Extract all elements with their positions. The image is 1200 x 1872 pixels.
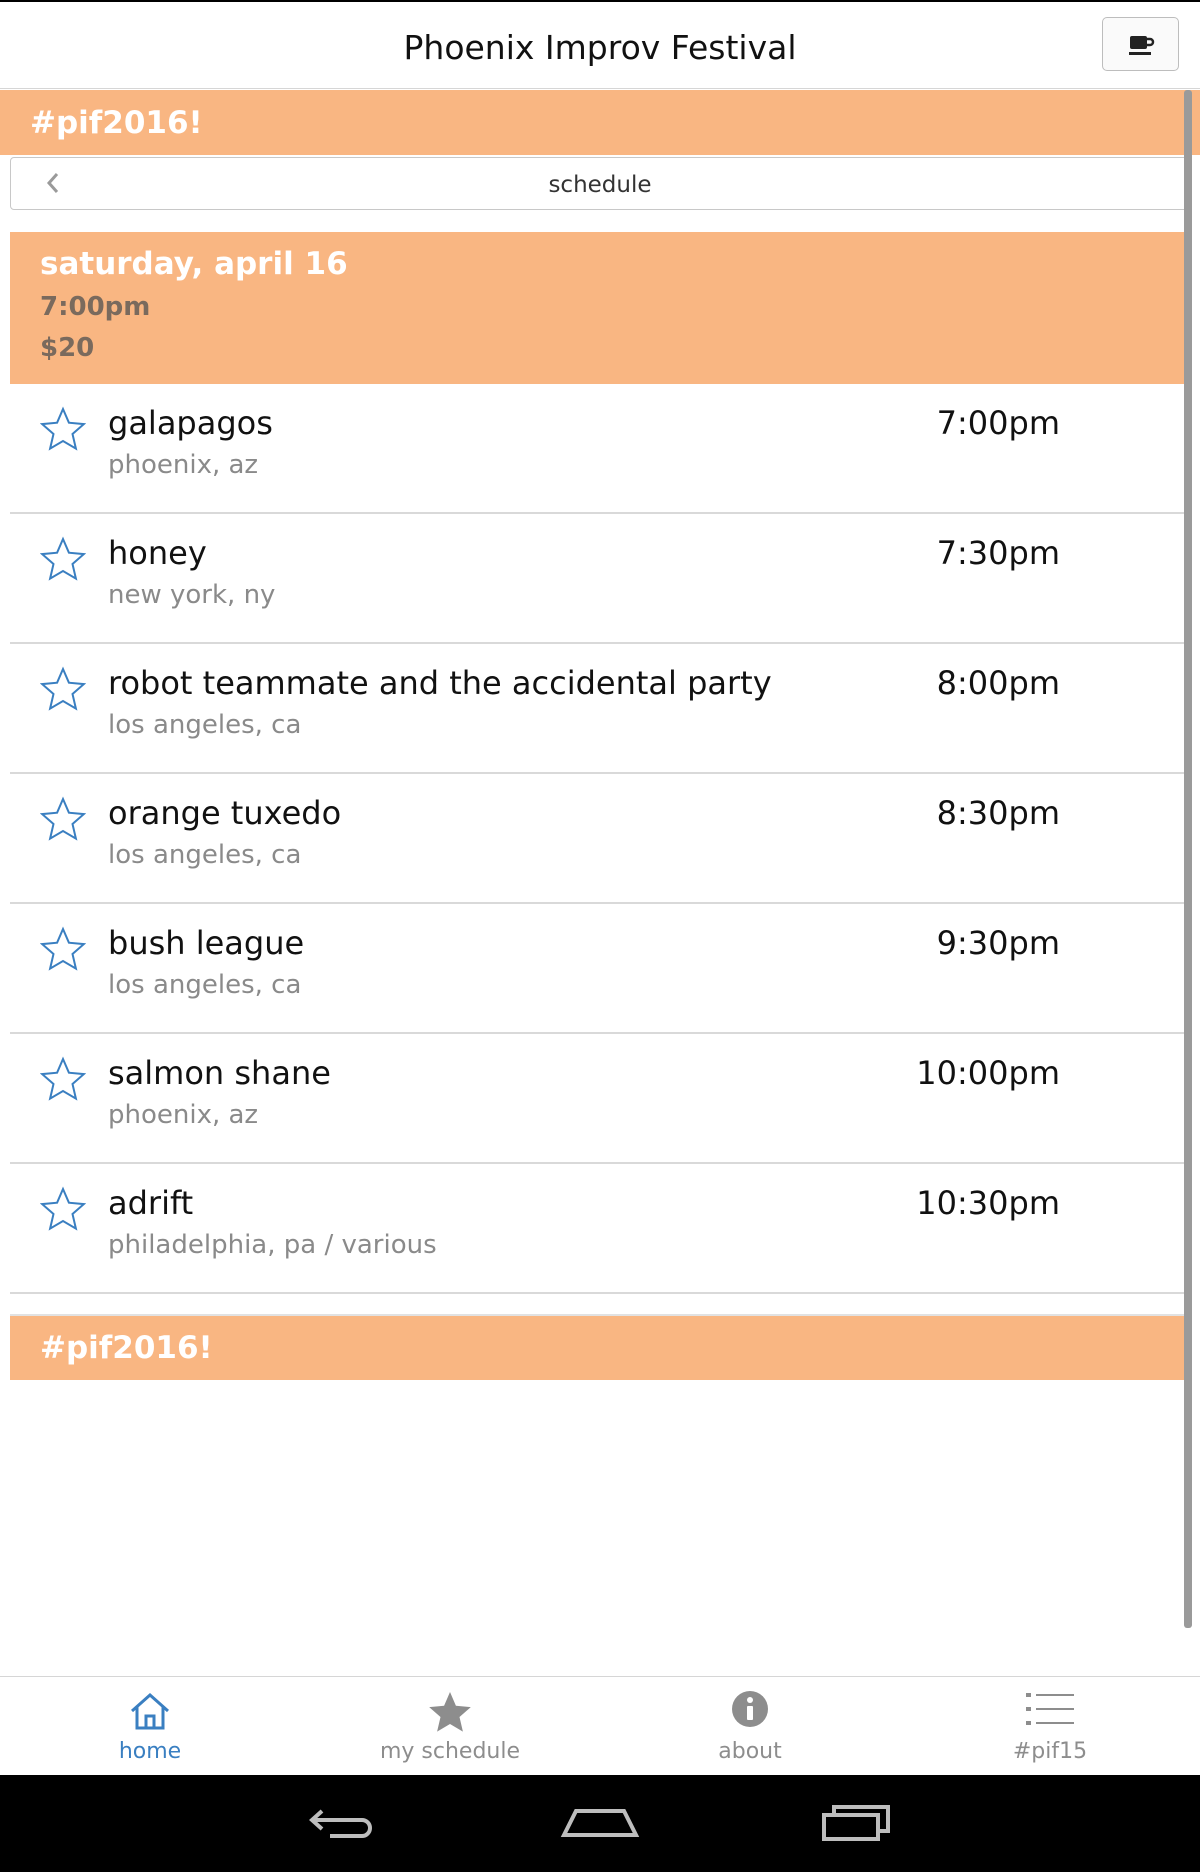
star-outline-icon[interactable] bbox=[40, 926, 86, 972]
schedule-row[interactable]: honey new york, ny 7:30pm bbox=[10, 514, 1190, 644]
act-time: 10:00pm bbox=[916, 1054, 1060, 1092]
tab-home[interactable]: home bbox=[0, 1677, 300, 1776]
hashtag-banner-text: #pif2016! bbox=[40, 1330, 213, 1366]
nav-title: schedule bbox=[548, 172, 652, 198]
act-name: galapagos bbox=[108, 404, 273, 442]
act-name: adrift bbox=[108, 1184, 194, 1222]
act-name: honey bbox=[108, 534, 207, 572]
bottom-tab-bar: home my schedule about #pif15 bbox=[0, 1676, 1200, 1775]
schedule-row[interactable]: salmon shane phoenix, az 10:00pm bbox=[10, 1034, 1190, 1164]
tab-label: home bbox=[118, 1739, 182, 1764]
back-icon[interactable] bbox=[306, 1803, 378, 1843]
act-time: 10:30pm bbox=[916, 1184, 1060, 1222]
tab-pif15[interactable]: #pif15 bbox=[900, 1677, 1200, 1776]
act-name: salmon shane bbox=[108, 1054, 331, 1092]
home-icon bbox=[131, 1692, 169, 1730]
info-icon bbox=[732, 1691, 768, 1727]
tab-label: #pif15 bbox=[1012, 1739, 1088, 1764]
hashtag-banner-text: #pif2016! bbox=[30, 105, 203, 141]
tab-label: about bbox=[718, 1739, 782, 1764]
schedule-row[interactable]: robot teammate and the accidental party … bbox=[10, 644, 1190, 774]
star-icon bbox=[429, 1692, 471, 1732]
tab-my-schedule[interactable]: my schedule bbox=[300, 1677, 600, 1776]
act-name: robot teammate and the accidental party bbox=[108, 664, 772, 702]
app-title: Phoenix Improv Festival bbox=[403, 28, 797, 67]
act-location: philadelphia, pa / various bbox=[108, 1230, 437, 1260]
star-outline-icon[interactable] bbox=[40, 536, 86, 582]
scrollbar[interactable] bbox=[1184, 90, 1192, 1628]
act-name: bush league bbox=[108, 924, 305, 962]
tab-label: my schedule bbox=[379, 1739, 521, 1764]
act-time: 8:00pm bbox=[936, 664, 1060, 702]
schedule-row[interactable]: bush league los angeles, ca 9:30pm bbox=[10, 904, 1190, 1034]
star-outline-icon[interactable] bbox=[40, 406, 86, 452]
header-menu-button[interactable] bbox=[1102, 17, 1179, 71]
schedule-nav-bar: schedule bbox=[10, 157, 1190, 210]
coffee-cup-icon bbox=[1129, 36, 1155, 55]
act-time: 7:00pm bbox=[936, 404, 1060, 442]
star-outline-icon[interactable] bbox=[40, 666, 86, 712]
act-location: los angeles, ca bbox=[108, 840, 302, 870]
act-location: phoenix, az bbox=[108, 1100, 259, 1130]
hashtag-banner-top: #pif2016! bbox=[0, 90, 1200, 155]
system-navigation-bar bbox=[0, 1775, 1200, 1872]
day-price: $20 bbox=[40, 333, 95, 363]
act-time: 8:30pm bbox=[936, 794, 1060, 832]
schedule-list: galapagos phoenix, az 7:00pm honey new y… bbox=[10, 384, 1190, 1294]
star-outline-icon[interactable] bbox=[40, 1186, 86, 1232]
day-title: saturday, april 16 bbox=[40, 246, 348, 282]
day-time: 7:00pm bbox=[40, 292, 151, 322]
hashtag-banner-bottom: #pif2016! bbox=[10, 1314, 1190, 1380]
home-button-icon[interactable] bbox=[560, 1803, 640, 1843]
act-time: 9:30pm bbox=[936, 924, 1060, 962]
act-location: phoenix, az bbox=[108, 450, 259, 480]
schedule-row[interactable]: orange tuxedo los angeles, ca 8:30pm bbox=[10, 774, 1190, 904]
act-location: los angeles, ca bbox=[108, 970, 302, 1000]
act-time: 7:30pm bbox=[936, 534, 1060, 572]
schedule-row[interactable]: galapagos phoenix, az 7:00pm bbox=[10, 384, 1190, 514]
tab-about[interactable]: about bbox=[600, 1677, 900, 1776]
list-icon bbox=[1026, 1693, 1074, 1725]
recent-apps-icon[interactable] bbox=[820, 1803, 892, 1843]
day-header: saturday, april 16 7:00pm $20 bbox=[10, 232, 1190, 384]
star-outline-icon[interactable] bbox=[40, 1056, 86, 1102]
app-header: Phoenix Improv Festival bbox=[0, 2, 1200, 89]
star-outline-icon[interactable] bbox=[40, 796, 86, 842]
act-location: los angeles, ca bbox=[108, 710, 302, 740]
act-name: orange tuxedo bbox=[108, 794, 342, 832]
act-location: new york, ny bbox=[108, 580, 276, 610]
schedule-row[interactable]: adrift philadelphia, pa / various 10:30p… bbox=[10, 1164, 1190, 1294]
